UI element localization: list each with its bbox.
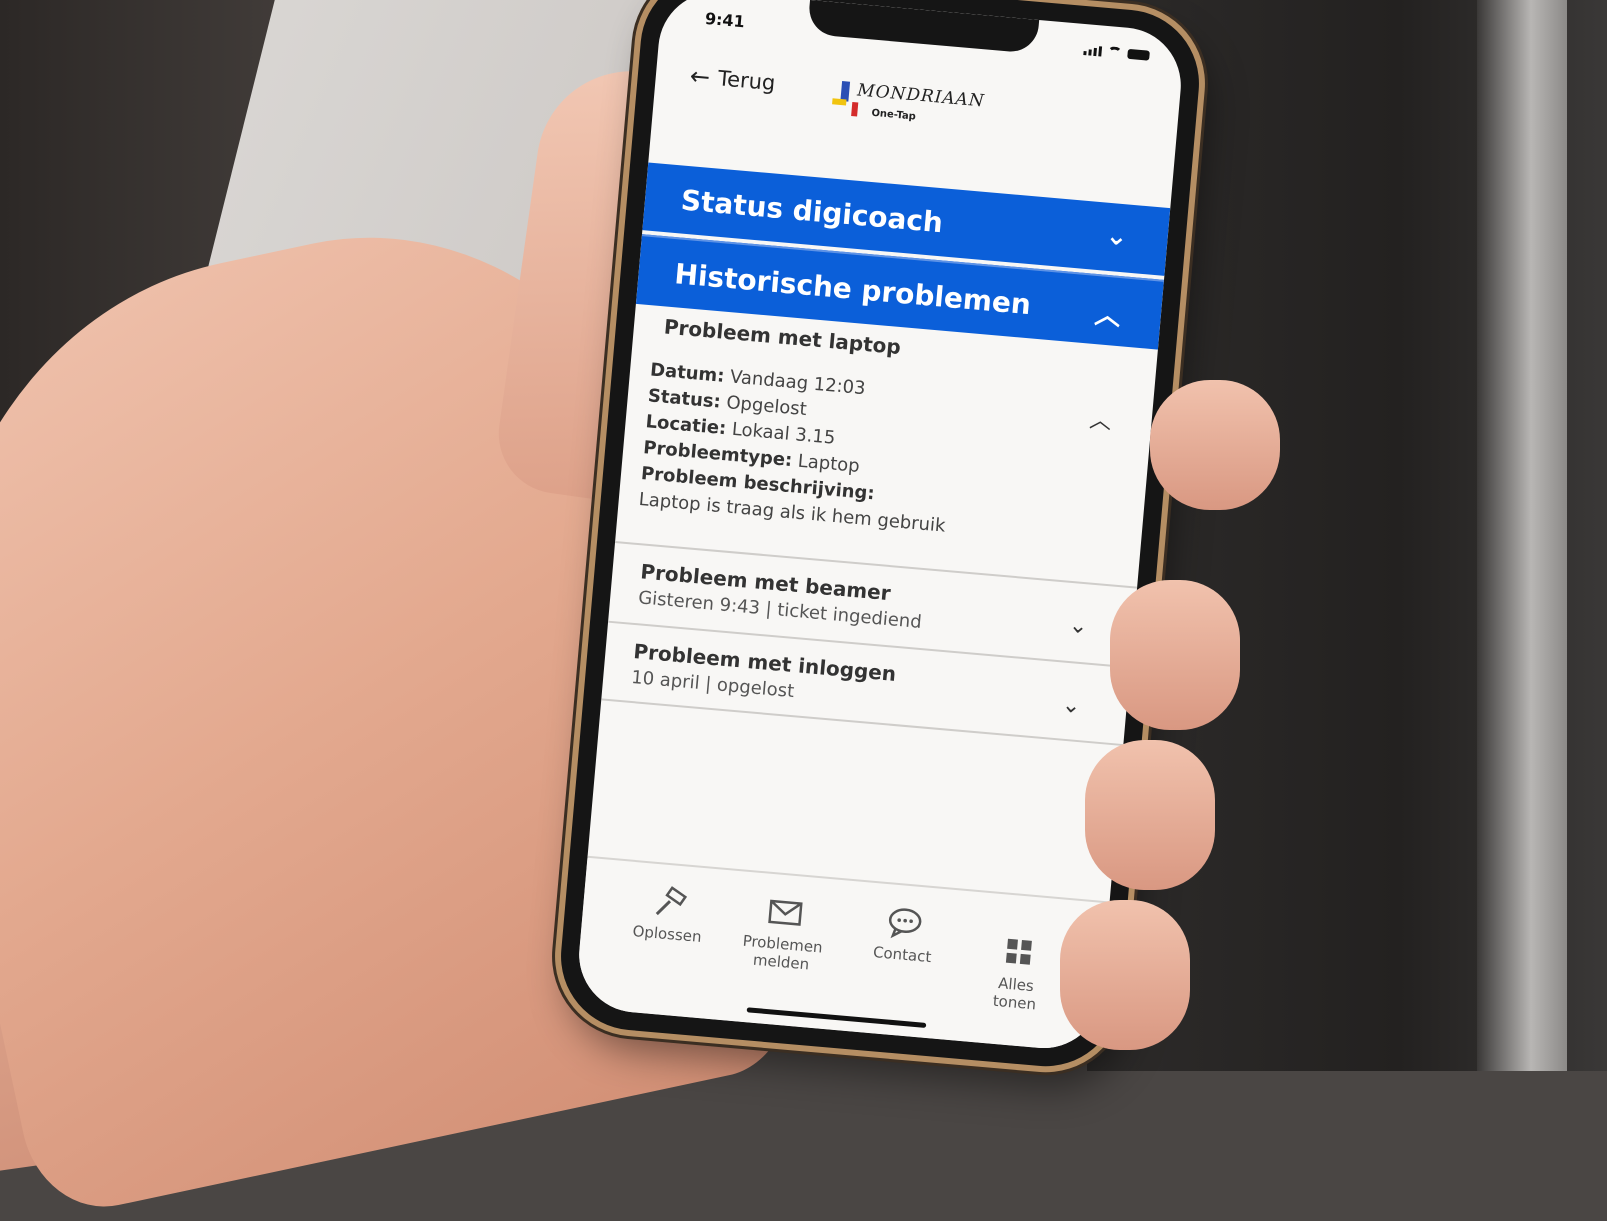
chevron-up-icon: ︿ <box>1093 299 1122 333</box>
chevron-up-icon[interactable]: ︿ <box>1088 402 1113 436</box>
detail-label: Datum: <box>649 359 726 387</box>
chevron-down-icon: ⌄ <box>1061 692 1082 720</box>
logo-block-yellow <box>832 98 847 106</box>
envelope-icon <box>768 899 803 926</box>
finger-little <box>1060 900 1190 1050</box>
tab-label: Oplossen <box>631 922 703 946</box>
phone-screen: 9:41 ← Terug MONDRIAAN One-Tap Status di… <box>574 0 1186 1053</box>
app-header: ← Terug MONDRIAAN One-Tap <box>650 49 1180 184</box>
detail-value: Laptop <box>796 450 861 477</box>
tab-bar: Oplossen Problemen melden Contact Alles … <box>574 855 1110 1053</box>
problem-title: Probleem met laptop <box>663 314 902 360</box>
finger-index <box>1150 380 1280 510</box>
arrow-left-icon: ← <box>688 61 712 92</box>
problem-item-laptop[interactable]: Probleem met laptop ︿ Datum: Vandaag 12:… <box>616 302 1158 577</box>
battery-icon <box>1127 48 1150 61</box>
hammer-icon <box>655 886 688 916</box>
chat-bubble-icon <box>888 908 922 939</box>
logo-subtitle: One-Tap <box>870 107 917 123</box>
tab-oplossen[interactable]: Oplossen <box>607 880 732 948</box>
detail-value: Opgelost <box>725 392 808 421</box>
tab-label: Contact <box>872 943 933 967</box>
section-title: Status digicoach <box>679 183 945 240</box>
home-indicator[interactable] <box>746 1007 927 1028</box>
chevron-down-icon: ⌄ <box>1068 612 1089 640</box>
wifi-icon <box>1107 46 1123 59</box>
back-label: Terug <box>716 66 777 96</box>
logo-name: MONDRIAAN <box>856 80 986 112</box>
tab-problemen-melden[interactable]: Problemen melden <box>721 890 847 976</box>
grid-icon <box>1005 938 1032 965</box>
tab-contact[interactable]: Contact <box>842 901 967 969</box>
mondriaan-logo: MONDRIAAN One-Tap <box>830 72 986 144</box>
status-time: 9:41 <box>704 8 746 32</box>
signal-icon <box>1083 45 1103 57</box>
detail-label: Status: <box>647 385 722 413</box>
back-button[interactable]: ← Terug <box>688 61 777 96</box>
finger-middle <box>1110 580 1240 730</box>
problem-details: Datum: Vandaag 12:03 Status: Opgelost Lo… <box>638 357 958 539</box>
logo-block-red <box>851 101 859 117</box>
detail-label: Locatie: <box>644 411 728 440</box>
status-icons <box>1083 44 1150 61</box>
background-edge <box>1477 0 1567 1071</box>
finger-ring <box>1085 740 1215 890</box>
chevron-down-icon: ⌄ <box>1104 220 1129 253</box>
